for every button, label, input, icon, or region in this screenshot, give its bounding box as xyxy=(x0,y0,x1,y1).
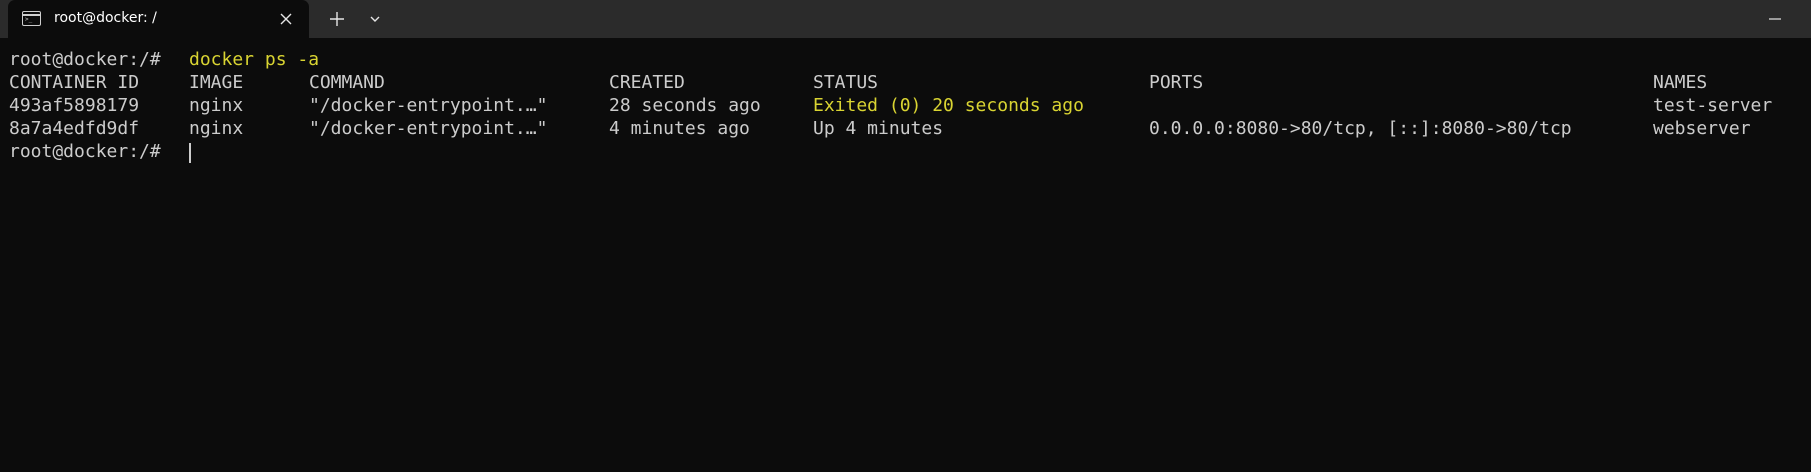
table-row: 493af5898179 nginx "/docker-entrypoint.…… xyxy=(9,94,1772,117)
terminal-output[interactable]: root@docker:/# docker ps -a CONTAINER ID… xyxy=(0,38,1811,472)
header-image: IMAGE xyxy=(189,72,244,93)
container-command: "/docker-entrypoint.…" xyxy=(309,118,548,139)
chevron-down-icon[interactable] xyxy=(364,8,386,30)
container-image: nginx xyxy=(189,95,244,116)
container-name: test-server xyxy=(1653,95,1773,116)
input-line[interactable]: root@docker:/# xyxy=(9,140,191,163)
tab-terminal[interactable]: >_ root@docker: / xyxy=(8,0,309,38)
container-created: 4 minutes ago xyxy=(609,118,750,139)
title-bar: >_ root@docker: / xyxy=(0,0,1811,38)
table-header: CONTAINER ID IMAGE COMMAND CREATED STATU… xyxy=(9,71,1707,94)
command-text: docker ps -a xyxy=(189,49,320,70)
container-name: webserver xyxy=(1653,118,1751,139)
header-created: CREATED xyxy=(609,72,685,93)
container-id: 8a7a4edfd9df xyxy=(9,118,140,139)
terminal-icon: >_ xyxy=(22,11,41,26)
text-cursor xyxy=(189,143,191,163)
container-status: Up 4 minutes xyxy=(813,118,944,139)
close-icon[interactable] xyxy=(276,9,296,29)
header-command: COMMAND xyxy=(309,72,385,93)
minimize-icon[interactable] xyxy=(1764,8,1786,30)
table-row: 8a7a4edfd9df nginx "/docker-entrypoint.…… xyxy=(9,117,1751,140)
header-status: STATUS xyxy=(813,72,879,93)
plus-icon[interactable] xyxy=(326,8,348,30)
header-names: NAMES xyxy=(1653,72,1708,93)
prompt-text: root@docker:/# xyxy=(9,141,172,162)
container-command: "/docker-entrypoint.…" xyxy=(309,95,548,116)
container-created: 28 seconds ago xyxy=(609,95,761,116)
tab-title: root@docker: / xyxy=(54,10,157,26)
header-container-id: CONTAINER ID xyxy=(9,72,140,93)
container-ports: 0.0.0.0:8080->80/tcp, [::]:8080->80/tcp xyxy=(1149,118,1572,139)
prompt-text: root@docker:/# xyxy=(9,49,172,70)
container-image: nginx xyxy=(189,118,244,139)
command-line: root@docker:/# docker ps -a xyxy=(9,48,319,71)
container-status: Exited (0) 20 seconds ago xyxy=(813,95,1084,116)
container-id: 493af5898179 xyxy=(9,95,140,116)
header-ports: PORTS xyxy=(1149,72,1204,93)
